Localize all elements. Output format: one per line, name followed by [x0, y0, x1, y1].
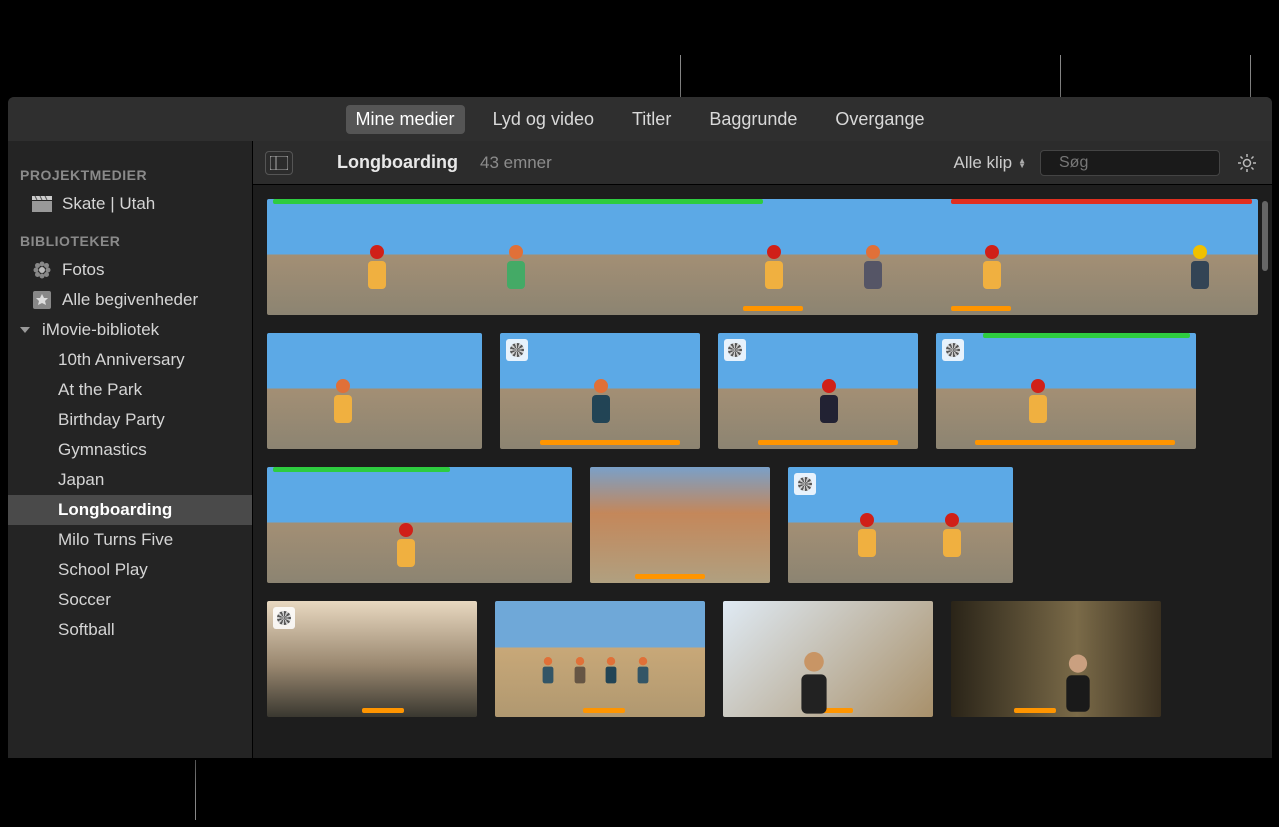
favorite-marker — [273, 199, 763, 204]
settings-button[interactable] — [1234, 150, 1260, 176]
clip-thumbnail[interactable] — [590, 467, 770, 583]
sidebar-event-label: School Play — [58, 560, 148, 580]
sidebar-item-imovie-library[interactable]: iMovie-bibliotek — [8, 315, 252, 345]
clip-thumbnail[interactable] — [495, 601, 705, 717]
sidebar-icon — [270, 156, 288, 170]
used-marker — [951, 306, 1011, 311]
section-project-media: PROJEKTMEDIER — [8, 153, 252, 189]
used-marker — [362, 708, 404, 713]
gear-icon — [1237, 153, 1257, 173]
sidebar-event-selected[interactable]: Longboarding — [8, 495, 252, 525]
clip-thumbnail[interactable] — [723, 601, 933, 717]
libraries-sidebar: PROJEKTMEDIER Skate | Utah BIBLIOTEKER F… — [8, 141, 253, 758]
sidebar-event-label: Milo Turns Five — [58, 530, 173, 550]
used-marker — [758, 440, 898, 445]
used-marker — [1014, 708, 1056, 713]
browser-toolbar: Longboarding 43 emner Alle klip ▲▼ — [253, 141, 1272, 185]
used-marker — [583, 708, 625, 713]
clip-thumbnail[interactable] — [788, 467, 1013, 583]
sidebar-event-label: At the Park — [58, 380, 142, 400]
sidebar-event-label: 10th Anniversary — [58, 350, 185, 370]
stepper-icon: ▲▼ — [1018, 158, 1026, 168]
clapperboard-icon — [32, 194, 52, 214]
used-marker — [540, 440, 680, 445]
browser-pane: Longboarding 43 emner Alle klip ▲▼ — [253, 141, 1272, 758]
section-libraries: BIBLIOTEKER — [8, 219, 252, 255]
clip-thumbnail[interactable] — [267, 601, 477, 717]
clip-thumbnail[interactable] — [267, 467, 572, 583]
loading-spinner-icon — [506, 339, 528, 361]
sidebar-event-label: Longboarding — [58, 500, 172, 520]
tab-transitions[interactable]: Overgange — [825, 105, 934, 134]
sidebar-event-label: Japan — [58, 470, 104, 490]
loading-spinner-icon — [273, 607, 295, 629]
sidebar-item-label: iMovie-bibliotek — [42, 320, 159, 340]
sidebar-event[interactable]: Birthday Party — [8, 405, 252, 435]
sidebar-item-photos[interactable]: Fotos — [8, 255, 252, 285]
sidebar-event[interactable]: Soccer — [8, 585, 252, 615]
loading-spinner-icon — [724, 339, 746, 361]
sidebar-event[interactable]: Japan — [8, 465, 252, 495]
disclosure-triangle-icon[interactable] — [20, 327, 30, 333]
clip-thumbnail[interactable] — [267, 333, 482, 449]
event-title: Longboarding — [337, 152, 458, 173]
tab-backgrounds[interactable]: Baggrunde — [699, 105, 807, 134]
sidebar-event[interactable]: 10th Anniversary — [8, 345, 252, 375]
star-box-icon — [32, 290, 52, 310]
sidebar-event[interactable]: At the Park — [8, 375, 252, 405]
project-media-item[interactable]: Skate | Utah — [8, 189, 252, 219]
clip-thumbnail[interactable] — [951, 601, 1161, 717]
sidebar-event[interactable]: School Play — [8, 555, 252, 585]
tab-audio-video[interactable]: Lyd og video — [483, 105, 604, 134]
sidebar-event[interactable]: Gymnastics — [8, 435, 252, 465]
scrollbar-thumb[interactable] — [1262, 201, 1268, 271]
imovie-window: Mine medier Lyd og video Titler Baggrund… — [8, 97, 1272, 758]
used-marker — [975, 440, 1175, 445]
sidebar-item-all-events[interactable]: Alle begivenheder — [8, 285, 252, 315]
clip-filmstrip[interactable] — [267, 199, 1258, 315]
favorite-marker — [983, 333, 1190, 338]
used-marker — [635, 574, 705, 579]
search-field[interactable] — [1040, 150, 1220, 176]
sidebar-event-label: Softball — [58, 620, 115, 640]
sidebar-event-label: Soccer — [58, 590, 111, 610]
filter-label: Alle klip — [953, 153, 1012, 173]
callout-line — [195, 760, 196, 820]
sidebar-event[interactable]: Softball — [8, 615, 252, 645]
tab-titles[interactable]: Titler — [622, 105, 681, 134]
favorite-marker — [273, 467, 450, 472]
loading-spinner-icon — [794, 473, 816, 495]
media-tab-bar: Mine medier Lyd og video Titler Baggrund… — [8, 97, 1272, 141]
toggle-sidebar-button[interactable] — [265, 151, 293, 175]
loading-spinner-icon — [942, 339, 964, 361]
item-count: 43 emner — [480, 153, 552, 173]
reject-marker — [951, 199, 1252, 204]
sidebar-item-label: Alle begivenheder — [62, 290, 198, 310]
clip-thumbnail[interactable] — [718, 333, 918, 449]
clip-browser[interactable] — [253, 185, 1272, 758]
tab-my-media[interactable]: Mine medier — [346, 105, 465, 134]
sidebar-event-label: Gymnastics — [58, 440, 147, 460]
project-name-label: Skate | Utah — [62, 194, 155, 214]
sidebar-event-label: Birthday Party — [58, 410, 165, 430]
sidebar-item-label: Fotos — [62, 260, 105, 280]
flower-icon — [32, 260, 52, 280]
sidebar-event[interactable]: Milo Turns Five — [8, 525, 252, 555]
clip-thumbnail[interactable] — [936, 333, 1196, 449]
clip-thumbnail[interactable] — [500, 333, 700, 449]
used-marker — [743, 306, 803, 311]
clip-filter-dropdown[interactable]: Alle klip ▲▼ — [953, 153, 1026, 173]
